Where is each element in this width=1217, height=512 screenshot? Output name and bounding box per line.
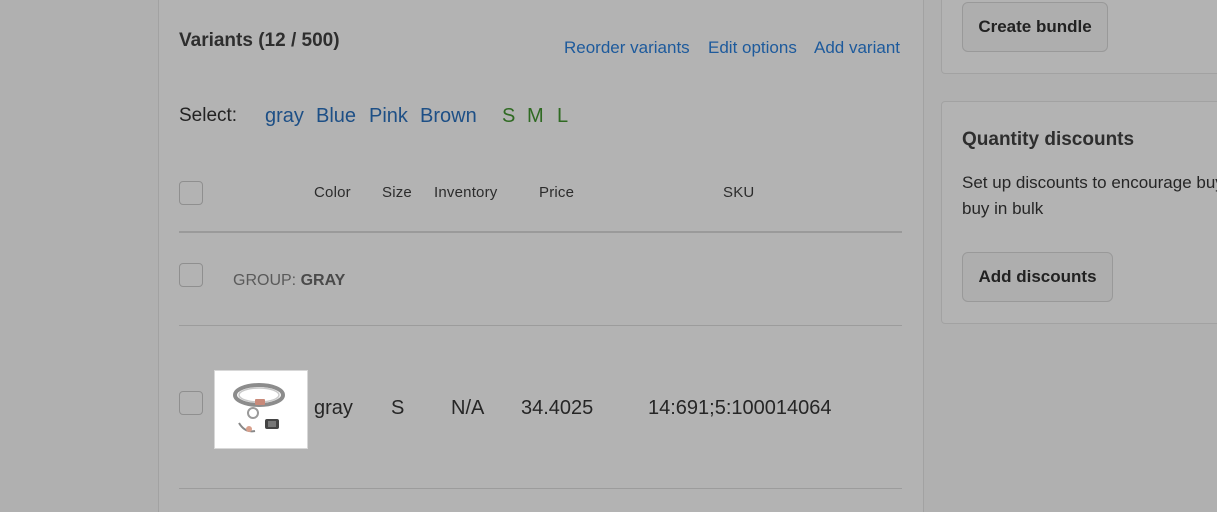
variants-title: Variants (12 / 500): [179, 30, 340, 51]
column-header-sku: SKU: [723, 184, 755, 201]
select-size-s[interactable]: S: [502, 105, 515, 128]
column-header-inventory: Inventory: [434, 184, 498, 201]
quantity-discounts-title: Quantity discounts: [962, 129, 1135, 150]
pet-collar-image: [233, 383, 285, 433]
group-label: GROUP: GRAY: [233, 272, 345, 290]
create-bundle-button[interactable]: Create bundle: [962, 2, 1108, 52]
select-color-blue[interactable]: Blue: [316, 105, 356, 128]
group-prefix: GROUP:: [233, 272, 297, 289]
reorder-variants-link[interactable]: Reorder variants: [564, 38, 690, 58]
column-header-size: Size: [382, 184, 412, 201]
select-size-m[interactable]: M: [527, 105, 544, 128]
row-divider: [179, 488, 902, 489]
select-color-brown[interactable]: Brown: [420, 105, 477, 128]
select-size-l[interactable]: L: [557, 105, 568, 128]
quantity-discounts-description-1: Set up discounts to encourage buyers to: [962, 173, 1217, 192]
group-checkbox[interactable]: [179, 263, 203, 287]
variant-sku[interactable]: 14:691;5:100014064: [648, 397, 832, 420]
variant-inventory: N/A: [451, 397, 485, 419]
select-all-checkbox[interactable]: [179, 181, 203, 205]
add-discounts-button[interactable]: Add discounts: [962, 252, 1113, 302]
add-variant-link[interactable]: Add variant: [814, 38, 900, 58]
column-header-color: Color: [314, 184, 351, 201]
group-divider: [179, 325, 902, 326]
select-label: Select:: [179, 105, 238, 126]
variant-row-checkbox[interactable]: [179, 391, 203, 415]
variant-price[interactable]: 34.4025: [521, 397, 593, 420]
column-header-price: Price: [539, 184, 575, 201]
variant-color: gray: [314, 397, 353, 419]
quantity-discounts-description-2: buy in bulk: [962, 199, 1044, 218]
edit-options-link[interactable]: Edit options: [708, 38, 797, 58]
variant-size: S: [391, 397, 405, 419]
header-divider: [179, 231, 902, 233]
variant-thumbnail[interactable]: [214, 370, 308, 449]
group-value: GRAY: [300, 272, 346, 289]
select-color-pink[interactable]: Pink: [369, 105, 408, 128]
select-color-gray[interactable]: gray: [265, 105, 304, 128]
